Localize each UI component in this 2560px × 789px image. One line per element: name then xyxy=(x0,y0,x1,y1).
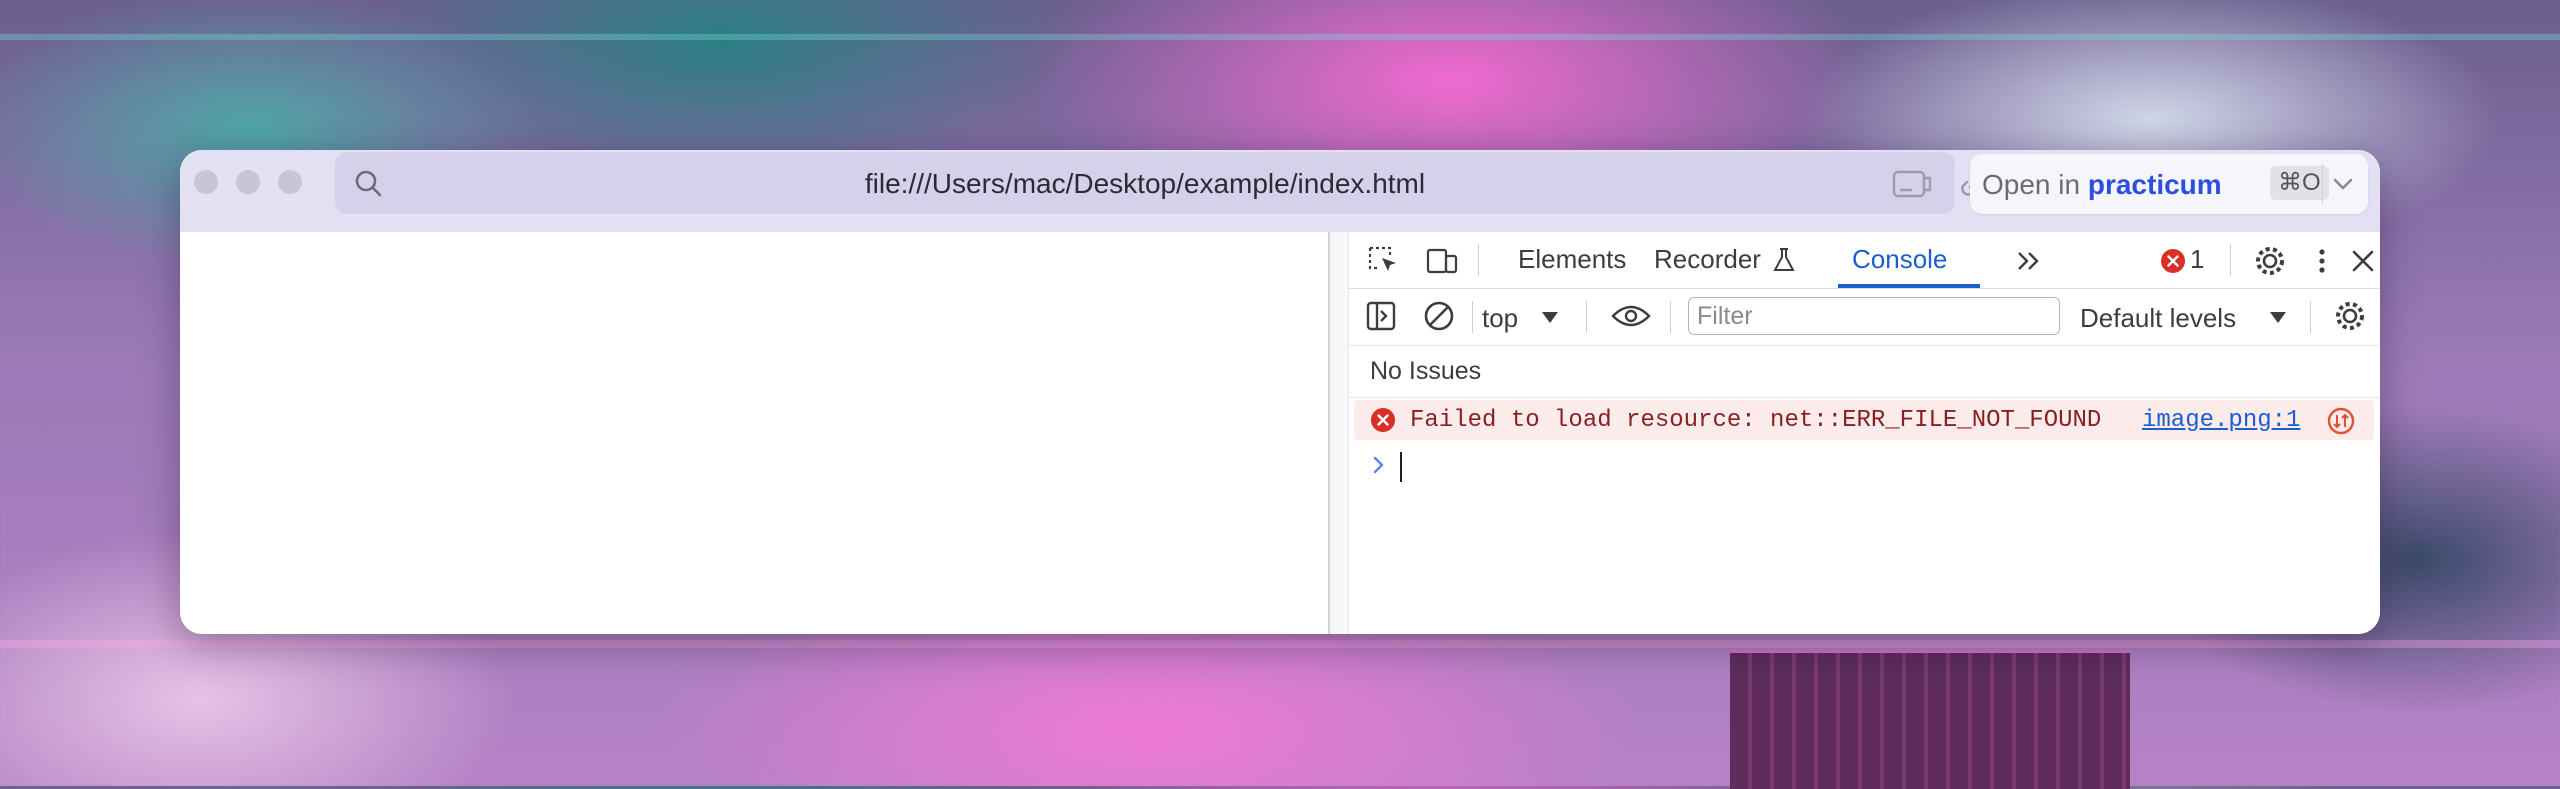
error-text: Failed to load resource: net::ERR_FILE_N… xyxy=(1410,407,2102,434)
console-settings-gear-icon[interactable] xyxy=(2332,299,2368,333)
devtools-gutter xyxy=(1330,232,1349,634)
console-filter-input[interactable] xyxy=(1688,297,2060,335)
tab-recorder[interactable]: Recorder xyxy=(1654,244,1761,275)
error-icon[interactable] xyxy=(2160,248,2186,274)
toolbar-separator xyxy=(1478,244,1479,276)
open-in-separator xyxy=(2322,164,2323,204)
shortcut-badge: ⌘O xyxy=(2270,166,2329,200)
error-count[interactable]: 1 xyxy=(2190,244,2204,275)
context-selector[interactable]: top xyxy=(1482,303,1518,334)
tab-elements[interactable]: Elements xyxy=(1518,244,1626,275)
open-in-brand: practicum xyxy=(2087,169,2222,200)
flask-icon xyxy=(1772,246,1796,280)
toolbar-separator xyxy=(1586,301,1587,333)
more-options-icon[interactable] xyxy=(2310,244,2334,278)
url-text[interactable]: file:///Users/mac/Desktop/example/index.… xyxy=(335,168,1955,200)
sidebar-toggle-icon[interactable] xyxy=(1364,299,1400,333)
console-toolbar: top Default levels xyxy=(1348,289,2380,346)
address-bar[interactable]: file:///Users/mac/Desktop/example/index.… xyxy=(335,152,1985,214)
issues-bar: No Issues xyxy=(1348,347,2380,398)
text-cursor xyxy=(1400,452,1402,482)
error-icon xyxy=(1370,407,1396,433)
devtools-panel: Elements Recorder Console 1 top Filter D… xyxy=(1330,232,2380,634)
close-devtools-icon[interactable] xyxy=(2348,244,2378,278)
toolbar-separator xyxy=(1472,301,1473,333)
log-levels-dropdown[interactable]: Default levels xyxy=(2080,303,2236,334)
page-viewport xyxy=(180,232,1328,634)
title-bar: file:///Users/mac/Desktop/example/index.… xyxy=(180,150,2380,232)
open-in-label: Open in practicum xyxy=(1982,169,2222,201)
console-prompt[interactable] xyxy=(1348,446,2380,486)
open-in-prefix: Open in xyxy=(1982,169,2081,200)
inspect-element-icon[interactable] xyxy=(1366,244,1402,278)
extension-icon[interactable] xyxy=(1890,166,1936,202)
minimize-window-button[interactable] xyxy=(236,170,260,194)
settings-gear-icon[interactable] xyxy=(2252,244,2288,278)
chevron-down-icon[interactable] xyxy=(2330,172,2356,196)
caret-down-icon[interactable] xyxy=(2268,309,2288,325)
tab-console[interactable]: Console xyxy=(1852,244,1947,275)
background-glitch-band xyxy=(0,640,2560,648)
device-toolbar-icon[interactable] xyxy=(1424,244,1460,278)
toolbar-separator xyxy=(1670,301,1671,333)
clear-console-icon[interactable] xyxy=(1422,299,1458,333)
console-error-message: Failed to load resource: net::ERR_FILE_N… xyxy=(1354,400,2374,440)
open-in-practicum-button[interactable]: Open in practicum ⌘O xyxy=(1970,154,2368,214)
toolbar-separator xyxy=(2230,244,2231,276)
caret-down-icon[interactable] xyxy=(1540,309,1560,325)
close-window-button[interactable] xyxy=(194,170,218,194)
network-request-icon[interactable] xyxy=(2326,406,2356,436)
devtools-tab-bar: Elements Recorder Console 1 xyxy=(1348,232,2380,289)
toolbar-separator xyxy=(2310,301,2311,333)
active-tab-indicator xyxy=(1838,284,1980,288)
issues-status[interactable]: No Issues xyxy=(1370,357,1481,386)
prompt-chevron-icon xyxy=(1370,454,1388,476)
eye-icon[interactable] xyxy=(1610,299,1652,333)
zoom-window-button[interactable] xyxy=(278,170,302,194)
browser-window: file:///Users/mac/Desktop/example/index.… xyxy=(180,150,2380,634)
background-building xyxy=(1730,650,2130,789)
error-source-link[interactable]: image.png:1 xyxy=(2142,407,2300,434)
more-tabs-icon[interactable] xyxy=(2014,244,2044,278)
background-glitch-band xyxy=(0,34,2560,40)
